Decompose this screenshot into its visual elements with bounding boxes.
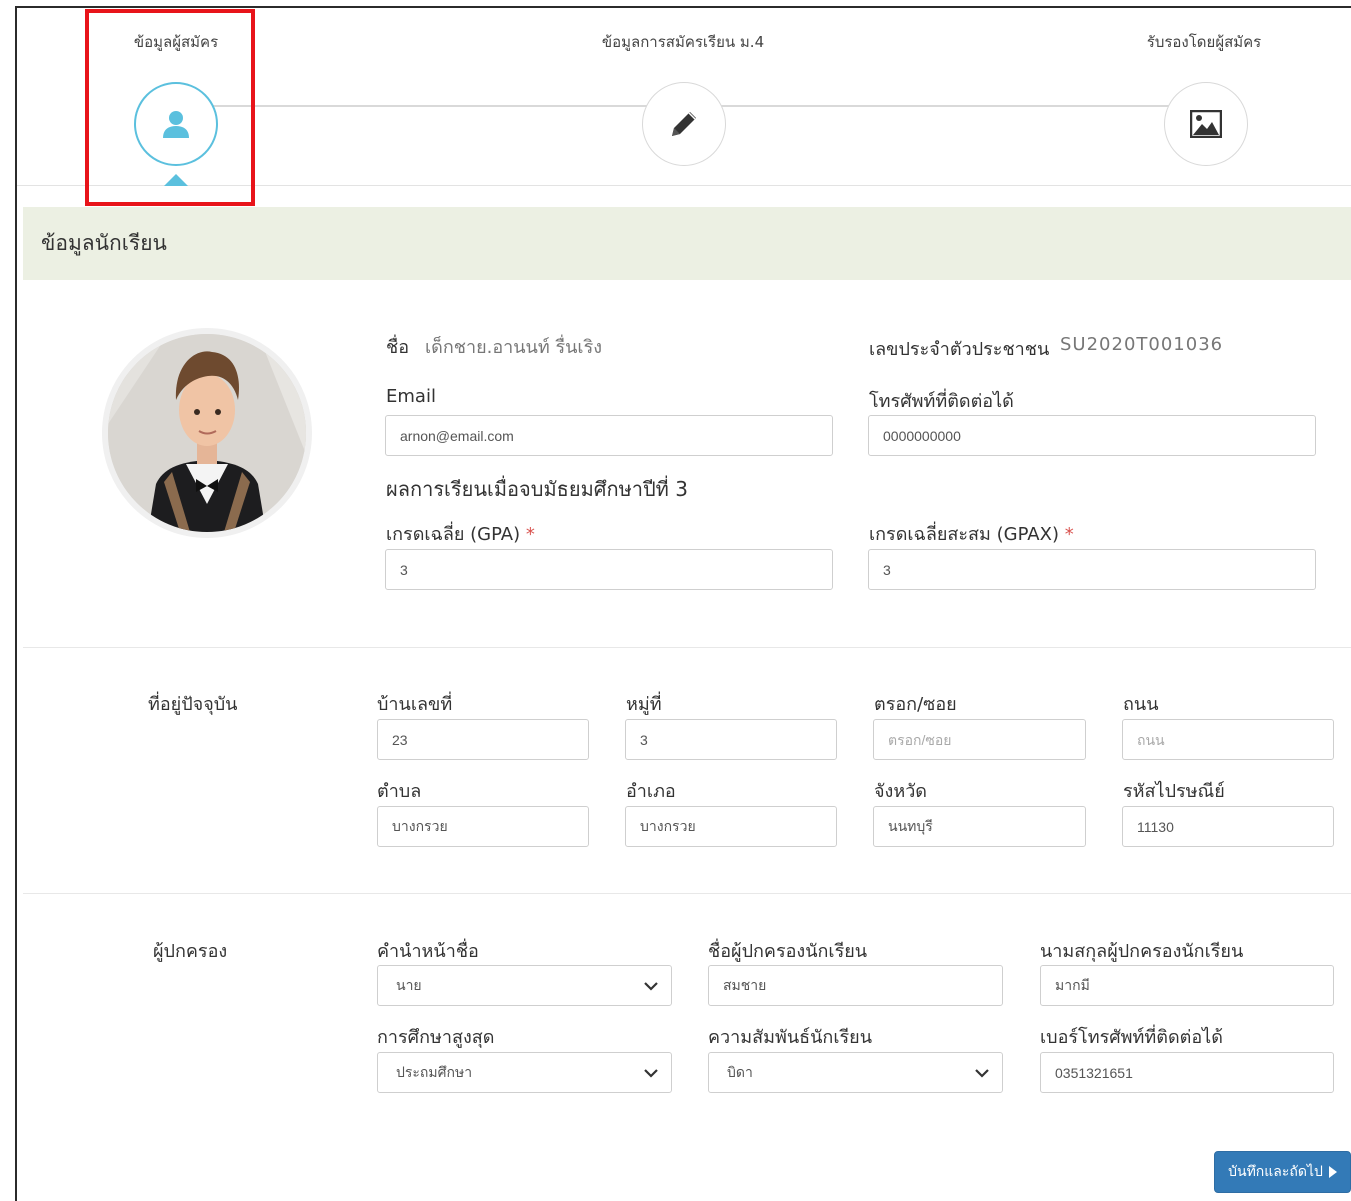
results-heading: ผลการเรียนเมื่อจบมัธยมศึกษาปีที่ 3 bbox=[386, 477, 688, 501]
highlight-box bbox=[85, 9, 255, 206]
chevron-down-icon bbox=[644, 982, 658, 991]
step-connector bbox=[707, 105, 1202, 107]
guardian-phone-label: เบอร์โทรศัพท์ที่ติดต่อได้ bbox=[1040, 1027, 1223, 1048]
guardian-last-name-field[interactable] bbox=[1040, 965, 1334, 1006]
name-value: เด็กชาย.อานนท์ รื่นเริง bbox=[425, 337, 603, 358]
house-no-label: บ้านเลขที่ bbox=[377, 694, 453, 715]
section-header: ข้อมูลนักเรียน bbox=[23, 207, 1351, 280]
guardian-prefix-select[interactable]: นาย bbox=[377, 965, 672, 1006]
phone-label: โทรศัพท์ที่ติดต่อได้ bbox=[869, 391, 1014, 412]
guardian-last-name-label: นามสกุลผู้ปกครองนักเรียน bbox=[1040, 941, 1244, 962]
guardian-first-name-label: ชื่อผู้ปกครองนักเรียน bbox=[708, 941, 868, 962]
caret-right-icon bbox=[1328, 1166, 1337, 1178]
guardian-relation-select[interactable]: บิดา bbox=[708, 1052, 1003, 1093]
section-divider bbox=[23, 893, 1351, 894]
gpa-field[interactable] bbox=[385, 549, 833, 590]
step-certify[interactable] bbox=[1164, 82, 1248, 166]
email-field[interactable] bbox=[385, 415, 833, 456]
step-label-enrollment[interactable]: ข้อมูลการสมัครเรียน ม.4 bbox=[602, 30, 764, 54]
save-and-next-button[interactable]: บันทึกและถัดไป bbox=[1214, 1151, 1351, 1193]
gpa-label: เกรดเฉลี่ย (GPA) * bbox=[386, 519, 535, 548]
guardian-relation-label: ความสัมพันธ์นักเรียน bbox=[708, 1027, 873, 1048]
step-label-certify[interactable]: รับรองโดยผู้สมัคร bbox=[1147, 30, 1261, 54]
email-label: Email bbox=[386, 386, 436, 407]
phone-field[interactable] bbox=[868, 415, 1316, 456]
gpa-label-text: เกรดเฉลี่ย (GPA) bbox=[386, 524, 521, 545]
district-label: อำเภอ bbox=[626, 781, 676, 802]
province-label: จังหวัด bbox=[874, 781, 927, 802]
guardian-section-label: ผู้ปกครอง bbox=[153, 941, 228, 962]
chevron-down-icon bbox=[975, 1069, 989, 1078]
image-icon bbox=[1190, 110, 1222, 138]
section-divider bbox=[23, 647, 1351, 648]
province-field[interactable] bbox=[873, 806, 1086, 847]
step-connector bbox=[192, 105, 682, 107]
required-mark: * bbox=[525, 524, 535, 545]
subdistrict-field[interactable] bbox=[377, 806, 589, 847]
guardian-prefix-label: คำนำหน้าชื่อ bbox=[377, 941, 479, 962]
required-mark: * bbox=[1064, 524, 1074, 545]
student-portrait bbox=[108, 334, 306, 532]
gpax-label: เกรดเฉลี่ยสะสม (GPAX) * bbox=[869, 519, 1074, 548]
address-section-label: ที่อยู่ปัจจุบัน bbox=[148, 694, 238, 715]
save-and-next-label: บันทึกและถัดไป bbox=[1228, 1164, 1323, 1180]
guardian-education-select[interactable]: ประถมศึกษา bbox=[377, 1052, 672, 1093]
road-field[interactable] bbox=[1122, 719, 1334, 760]
soi-label: ตรอก/ซอย bbox=[874, 694, 957, 715]
district-field[interactable] bbox=[625, 806, 837, 847]
postcode-field[interactable] bbox=[1122, 806, 1334, 847]
guardian-relation-value: บิดา bbox=[727, 1064, 753, 1081]
road-label: ถนน bbox=[1123, 694, 1159, 715]
citizen-id-value: SU2020T001036 bbox=[1060, 334, 1224, 355]
citizen-id-label: เลขประจำตัวประชาชน bbox=[869, 339, 1050, 360]
chevron-down-icon bbox=[644, 1069, 658, 1078]
moo-field[interactable] bbox=[625, 719, 837, 760]
guardian-education-label: การศึกษาสูงสุด bbox=[377, 1027, 495, 1048]
moo-label: หมู่ที่ bbox=[626, 694, 662, 715]
step-enrollment-info[interactable] bbox=[642, 82, 726, 166]
guardian-prefix-value: นาย bbox=[396, 977, 422, 994]
soi-field[interactable] bbox=[873, 719, 1086, 760]
gpax-field[interactable] bbox=[868, 549, 1316, 590]
guardian-education-value: ประถมศึกษา bbox=[396, 1064, 473, 1081]
guardian-first-name-field[interactable] bbox=[708, 965, 1003, 1006]
postcode-label: รหัสไปรษณีย์ bbox=[1123, 781, 1225, 802]
house-no-field[interactable] bbox=[377, 719, 589, 760]
section-title: ข้อมูลนักเรียน bbox=[41, 231, 167, 255]
name-label: ชื่อ bbox=[386, 337, 410, 358]
guardian-phone-field[interactable] bbox=[1040, 1052, 1334, 1093]
pencil-icon bbox=[672, 112, 696, 136]
subdistrict-label: ตำบล bbox=[377, 781, 422, 802]
student-photo bbox=[102, 328, 312, 538]
gpax-label-text: เกรดเฉลี่ยสะสม (GPAX) bbox=[869, 524, 1059, 545]
